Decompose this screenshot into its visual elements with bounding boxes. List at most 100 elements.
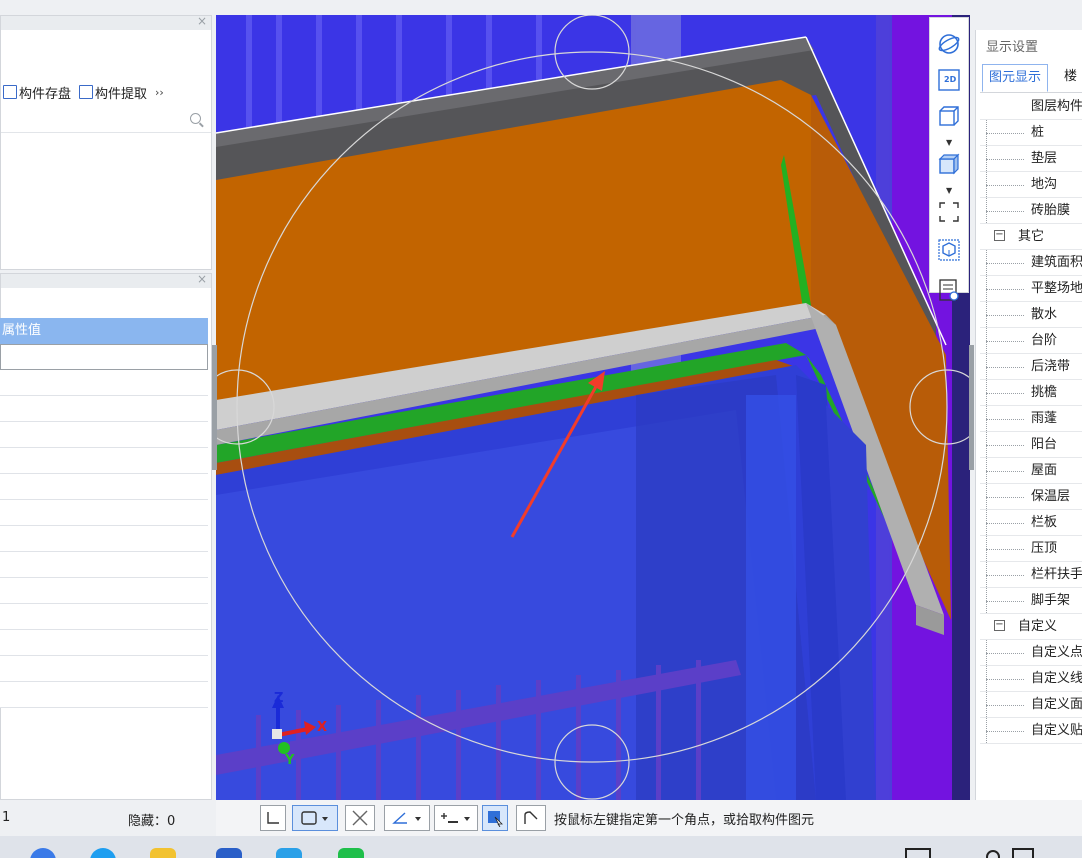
property-row[interactable] <box>0 682 208 708</box>
extract-component-label: 构件提取 <box>95 86 148 102</box>
property-row[interactable] <box>0 526 208 552</box>
snap-shape-button[interactable] <box>292 805 338 831</box>
tree-row-label: 自定义 <box>1018 619 1058 634</box>
save-component-button[interactable]: 构件存盘 <box>1 83 73 102</box>
tree-row[interactable]: 地沟 <box>980 172 1082 198</box>
property-row[interactable] <box>0 344 208 370</box>
search-app-icon[interactable] <box>90 848 116 858</box>
property-row[interactable] <box>0 474 208 500</box>
tree-row[interactable]: 挑檐 <box>980 380 1082 406</box>
tree-row[interactable]: 脚手架 <box>980 588 1082 614</box>
tree-row[interactable]: 垫层 <box>980 146 1082 172</box>
tree-row[interactable]: − 其它 <box>980 224 1082 250</box>
tree-row-label: 平整场地 <box>1031 281 1082 296</box>
tree-row[interactable]: − 自定义 <box>980 614 1082 640</box>
folder-icon[interactable] <box>150 848 176 858</box>
property-row[interactable] <box>0 656 208 682</box>
browser-icon[interactable] <box>30 848 56 858</box>
cross-snap-button[interactable] <box>345 805 375 831</box>
3d-viewport[interactable]: Z X Y <box>216 15 970 800</box>
orbit-button[interactable] <box>935 30 963 58</box>
property-row[interactable] <box>0 422 208 448</box>
display-settings-button[interactable] <box>935 276 963 304</box>
collapse-icon[interactable]: − <box>994 620 1005 631</box>
3d-box-icon <box>939 106 959 126</box>
tree-row[interactable]: 平整场地 <box>980 276 1082 302</box>
view-cube-button[interactable] <box>935 236 963 264</box>
tree-row[interactable]: 保温层 <box>980 484 1082 510</box>
hidden-count: 隐藏：0 <box>128 814 176 829</box>
property-row[interactable] <box>0 578 208 604</box>
tree-row[interactable]: 自定义线 <box>980 666 1082 692</box>
tree-row[interactable]: 自定义点 <box>980 640 1082 666</box>
tree-row-label: 栏板 <box>1031 515 1058 530</box>
property-row[interactable] <box>0 604 208 630</box>
shaded-box-dropdown-icon[interactable]: ▼ <box>946 186 952 195</box>
tray-icon[interactable] <box>986 850 1000 858</box>
save-component-label: 构件存盘 <box>19 86 72 102</box>
tree-row[interactable]: 台阶 <box>980 328 1082 354</box>
arc-tool-button[interactable] <box>516 805 546 831</box>
extract-component-icon <box>79 85 94 99</box>
offset-button[interactable] <box>434 805 478 831</box>
3d-box-button[interactable] <box>935 102 963 130</box>
close-component-panel-icon[interactable]: × <box>197 14 207 28</box>
property-row[interactable] <box>0 552 208 578</box>
tree-row[interactable]: 散水 <box>980 302 1082 328</box>
display-settings-panel: 显示设置 图元显示 楼 图层构件桩垫层 地沟 砖胎膜 − 其它 建筑面积 平整场地 散水 台阶后… <box>975 30 1082 800</box>
property-row[interactable] <box>0 396 208 422</box>
tree-row[interactable]: 后浇带 <box>980 354 1082 380</box>
tree-row[interactable]: 屋面 <box>980 458 1082 484</box>
component-list-panel-header: × <box>1 14 211 30</box>
chat-app-icon[interactable] <box>338 848 364 858</box>
tree-row[interactable]: 自定义贴 <box>980 718 1082 744</box>
monitor-icon[interactable] <box>905 848 931 858</box>
viewport-left-collapse-handle[interactable] <box>212 345 217 470</box>
tree-row[interactable]: 图层构件 <box>980 94 1082 120</box>
close-property-panel-icon[interactable]: × <box>197 272 207 286</box>
tree-row-label: 栏杆扶手 <box>1031 567 1082 582</box>
viewport-right-collapse-handle[interactable] <box>969 345 974 470</box>
tree-row[interactable]: 建筑面积 <box>980 250 1082 276</box>
app-icon[interactable] <box>216 848 242 858</box>
volume-icon[interactable] <box>1012 848 1034 858</box>
snap-shape-icon <box>301 811 328 825</box>
os-taskbar <box>0 836 1082 858</box>
property-row[interactable] <box>0 500 208 526</box>
shaded-box-button[interactable] <box>935 150 963 178</box>
tree-row[interactable]: 栏板 <box>980 510 1082 536</box>
tree-row[interactable]: 桩 <box>980 120 1082 146</box>
tree-row[interactable]: 雨蓬 <box>980 406 1082 432</box>
property-value-column-header: 属性值 <box>0 318 208 344</box>
3d-box-dropdown-icon[interactable]: ▼ <box>946 138 952 147</box>
tab-floor-display[interactable]: 楼 <box>1058 64 1082 92</box>
extract-component-button[interactable]: 构件提取 <box>77 83 149 102</box>
tree-row-label: 图层构件 <box>1031 99 1082 114</box>
tree-row[interactable]: 阳台 <box>980 432 1082 458</box>
2d-view-button[interactable]: 2D <box>935 66 963 94</box>
display-settings-tabs: 图元显示 楼 <box>980 64 1082 93</box>
toolbar-overflow-button[interactable]: ›› <box>153 86 166 99</box>
search-icon[interactable] <box>190 113 201 124</box>
select-mode-button[interactable] <box>482 805 508 831</box>
property-row[interactable] <box>0 630 208 656</box>
tab-element-display[interactable]: 图元显示 <box>982 64 1049 92</box>
property-row[interactable] <box>0 448 208 474</box>
tree-row[interactable]: 自定义面 <box>980 692 1082 718</box>
component-search-row <box>1 108 211 133</box>
orthogonal-button[interactable] <box>260 805 286 831</box>
fit-extents-button[interactable] <box>935 198 963 226</box>
property-row[interactable] <box>0 370 208 396</box>
tree-row[interactable]: 栏杆扶手 <box>980 562 1082 588</box>
tree-row[interactable]: 压顶 <box>980 536 1082 562</box>
tree-row[interactable]: 砖胎膜 <box>980 198 1082 224</box>
orthogonal-icon <box>267 812 279 824</box>
collapse-icon[interactable]: − <box>994 230 1005 241</box>
angle-snap-button[interactable] <box>384 805 430 831</box>
tree-row-label: 挑檐 <box>1031 385 1058 400</box>
component-search-input[interactable] <box>1 110 185 132</box>
tree-row-label: 雨蓬 <box>1031 411 1058 426</box>
3d-scene[interactable] <box>216 15 970 800</box>
tree-row-label: 砖胎膜 <box>1031 203 1071 218</box>
store-icon[interactable] <box>276 848 302 858</box>
